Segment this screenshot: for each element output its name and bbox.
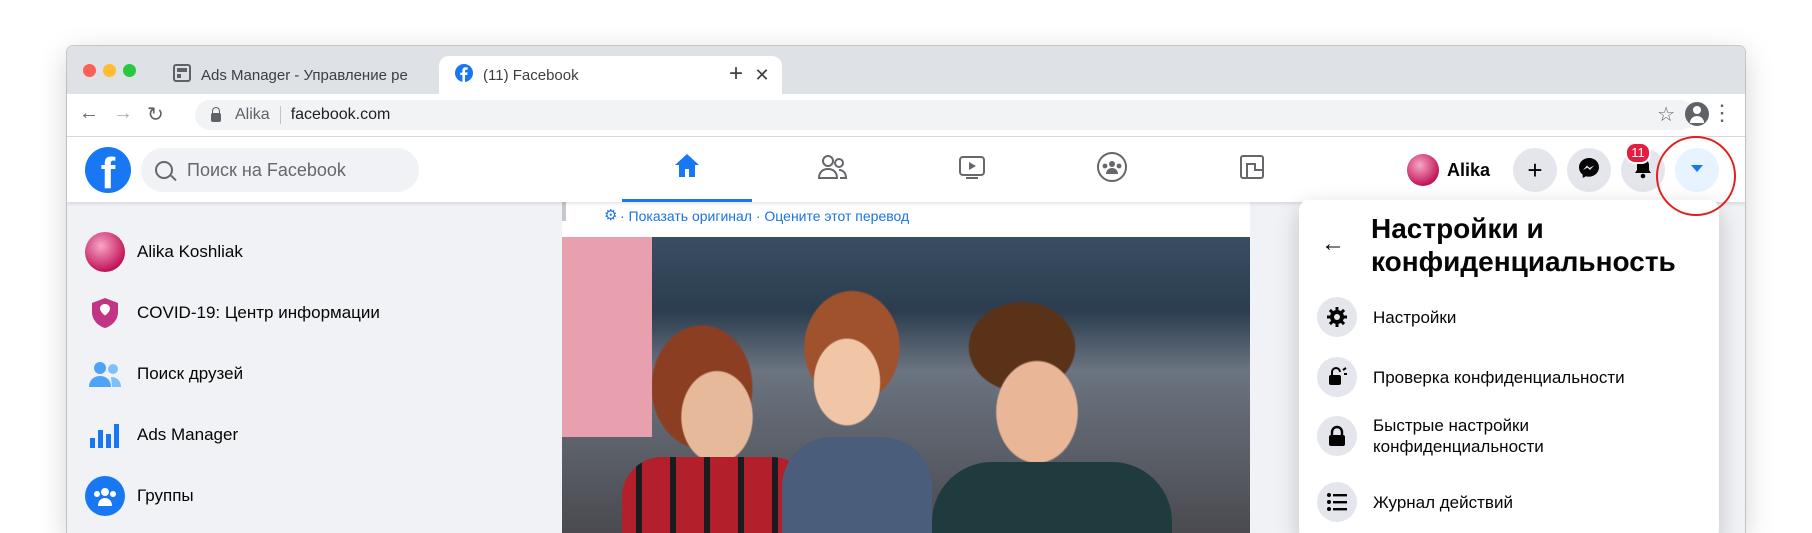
- messenger-icon: [1578, 157, 1600, 184]
- notification-badge: 11: [1625, 142, 1651, 164]
- gear-icon: [1317, 297, 1357, 337]
- forward-arrow-icon[interactable]: →: [113, 102, 133, 125]
- menu-item-label: Быстрые настройки конфиденциальности: [1373, 416, 1544, 456]
- facebook-logo[interactable]: f: [85, 147, 131, 193]
- browser-window: Ads Manager - Управление ре ✕ (11) Faceb…: [67, 46, 1745, 533]
- plus-icon: +: [1527, 155, 1543, 185]
- user-name: Alika: [1447, 159, 1491, 180]
- menu-item-label: Журнал действий: [1373, 492, 1513, 512]
- avatar: [1407, 154, 1439, 186]
- list-icon: [1317, 482, 1357, 522]
- sidebar-item-label: Ads Manager: [137, 425, 239, 444]
- search-box[interactable]: [141, 148, 419, 192]
- photo-person-middle: [782, 437, 932, 533]
- close-window-button[interactable]: [83, 64, 96, 77]
- nav-watch[interactable]: [907, 137, 1037, 202]
- home-icon: [672, 151, 702, 186]
- browser-toolbar: ← → ↻ Alika facebook.com ☆ ⋮: [67, 94, 1745, 137]
- friends-icon: [85, 354, 125, 394]
- groups-icon: [1096, 151, 1128, 188]
- create-button[interactable]: +: [1513, 148, 1557, 192]
- nav-gaming[interactable]: [1187, 137, 1317, 202]
- close-tab-icon[interactable]: ✕: [752, 65, 772, 86]
- sidebar-item-find-friends[interactable]: Поиск друзей: [85, 348, 243, 400]
- settings-privacy-menu: ← Настройки и конфиденциальность Настрой…: [1299, 200, 1719, 533]
- gear-icon: ⚙: [604, 207, 618, 224]
- ads-manager-icon: [85, 415, 125, 455]
- sidebar-item-ads-manager[interactable]: Ads Manager: [85, 409, 238, 461]
- divider: [279, 106, 281, 124]
- zoom-window-button[interactable]: [123, 64, 136, 77]
- sidebar-item-label: Группы: [137, 486, 194, 505]
- facebook-favicon-icon: [455, 64, 473, 86]
- menu-item-activity-log[interactable]: Журнал действий: [1317, 482, 1593, 522]
- back-arrow-icon[interactable]: ←: [1321, 230, 1345, 258]
- photo-background-figure: [562, 237, 652, 437]
- photo-person-right: [932, 462, 1172, 533]
- nav-home[interactable]: [622, 137, 752, 202]
- groups-icon: [85, 476, 125, 516]
- sidebar-item-covid[interactable]: COVID-19: Центр информации: [85, 287, 380, 339]
- tab-title: (11) Facebook: [483, 66, 579, 84]
- new-tab-button[interactable]: +: [729, 60, 743, 88]
- highlight-circle: [1656, 136, 1736, 216]
- sidebar-item-profile[interactable]: Alika Koshliak: [85, 226, 243, 278]
- more-menu-icon[interactable]: ⋮: [1711, 100, 1733, 126]
- tab-strip: Ads Manager - Управление ре ✕ (11) Faceb…: [67, 46, 1745, 94]
- site-identity: Alika: [235, 106, 270, 123]
- ads-manager-favicon-icon: [173, 64, 191, 86]
- search-input[interactable]: [185, 158, 389, 182]
- url-text: facebook.com: [290, 106, 391, 123]
- sidebar-item-label: Alika Koshliak: [137, 242, 243, 261]
- feed-post: ⚙ · Показать оригинал · Оцените этот пер…: [562, 202, 1250, 533]
- menu-title: Настройки и конфиденциальность: [1371, 213, 1676, 277]
- nav-groups[interactable]: [1047, 137, 1177, 202]
- back-arrow-icon[interactable]: ←: [79, 102, 99, 125]
- facebook-header: f Поиск на Facebook Alika + 11: [67, 137, 1745, 202]
- lock-icon: [211, 106, 221, 122]
- address-bar[interactable]: Alika facebook.com: [195, 100, 1695, 130]
- messenger-button[interactable]: [1567, 148, 1611, 192]
- quote-bar: [562, 202, 566, 221]
- post-photo[interactable]: [562, 237, 1250, 533]
- menu-item-privacy-shortcuts[interactable]: Быстрые настройки конфиденциальности: [1317, 415, 1603, 457]
- watch-icon: [957, 152, 987, 187]
- menu-item-label: Настройки: [1373, 307, 1457, 327]
- sidebar-item-groups[interactable]: Группы: [85, 470, 194, 522]
- gaming-icon: [1237, 152, 1267, 187]
- avatar: [85, 232, 125, 272]
- menu-item-privacy-checkup[interactable]: Проверка конфиденциальности: [1317, 357, 1673, 397]
- lock-icon: [1317, 416, 1357, 456]
- translation-links[interactable]: · Показать оригинал · Оцените этот перев…: [620, 208, 909, 224]
- profile-icon[interactable]: [1685, 102, 1709, 126]
- covid-shield-icon: [85, 293, 125, 333]
- minimize-window-button[interactable]: [103, 64, 116, 77]
- search-icon: [155, 161, 173, 179]
- friends-icon: [816, 152, 848, 187]
- sidebar-item-label: COVID-19: Центр информации: [137, 303, 380, 322]
- privacy-check-icon: [1317, 357, 1357, 397]
- menu-item-settings[interactable]: Настройки: [1317, 297, 1593, 337]
- nav-friends[interactable]: [767, 137, 897, 202]
- reload-icon[interactable]: ↻: [147, 102, 164, 127]
- menu-item-label: Проверка конфиденциальности: [1373, 367, 1625, 387]
- tab-title: Ads Manager - Управление ре: [201, 66, 408, 84]
- profile-shortcut[interactable]: Alika: [1407, 150, 1490, 190]
- bookmark-star-icon[interactable]: ☆: [1657, 102, 1675, 127]
- sidebar-item-label: Поиск друзей: [137, 364, 244, 383]
